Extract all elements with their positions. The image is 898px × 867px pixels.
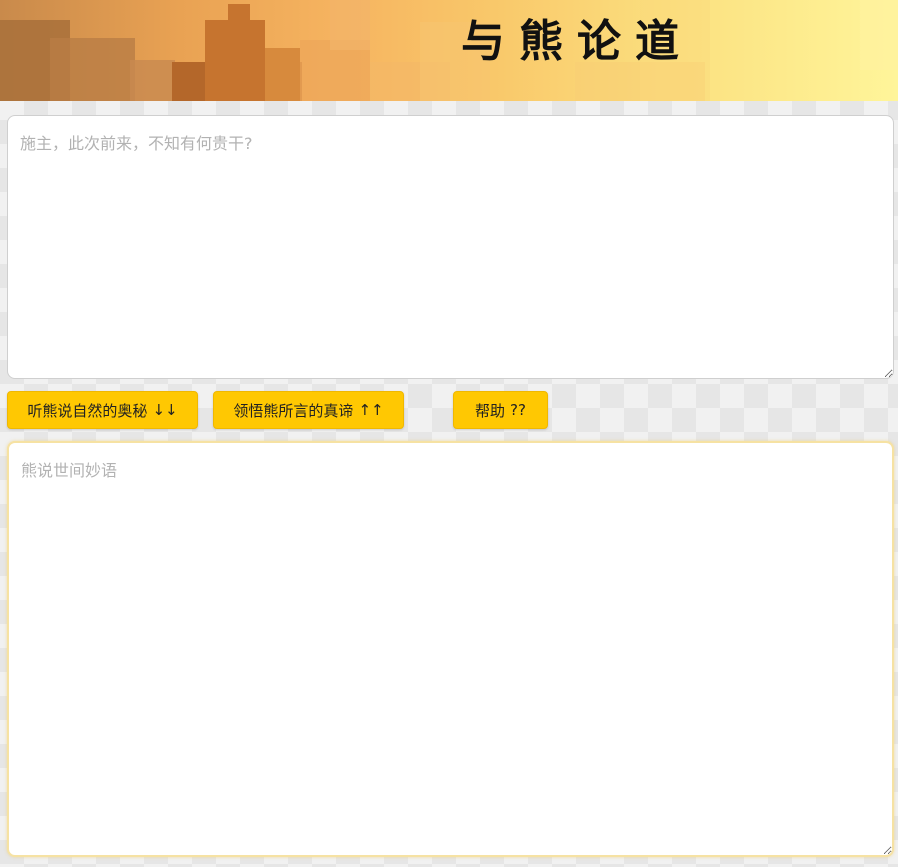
output-textarea[interactable] (7, 441, 894, 857)
arrow-down-icon: ↓↓ (152, 401, 178, 419)
encode-button[interactable]: 听熊说自然的奥秘 ↓↓ (7, 391, 198, 429)
banner-title: 与熊论道 (461, 16, 693, 67)
input-textarea[interactable] (7, 115, 894, 379)
help-button[interactable]: 帮助 ?? (453, 391, 548, 429)
header-banner: 与熊论道 (0, 0, 898, 101)
help-button-label: 帮助 (475, 401, 506, 420)
city-skyline-illustration (0, 0, 898, 101)
arrow-up-icon: ↑↑ (358, 401, 384, 419)
encode-button-label: 听熊说自然的奥秘 (27, 401, 148, 420)
decode-button[interactable]: 领悟熊所言的真谛 ↑↑ (213, 391, 404, 429)
decode-button-label: 领悟熊所言的真谛 (233, 401, 354, 420)
question-icon: ?? (510, 401, 526, 419)
